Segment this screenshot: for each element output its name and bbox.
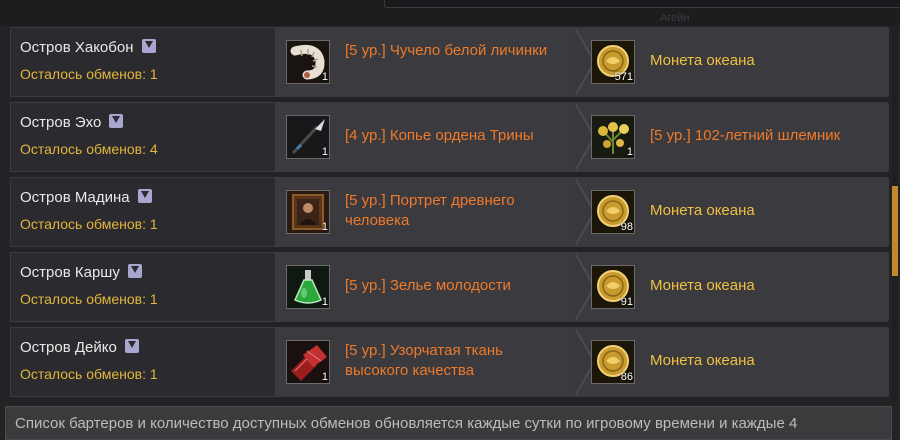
give-qty: 1: [321, 146, 328, 158]
exchange-panel: 1 [5 ур.] Узорчатая ткань высокого качес…: [275, 328, 889, 396]
barter-list: Остров Хакобон Осталось обменов: 1 1 [5 …: [10, 27, 889, 402]
get-item-slot[interactable]: 571: [591, 40, 635, 84]
give-item-label[interactable]: [5 ур.] Узорчатая ткань высокого качеств…: [345, 341, 565, 381]
give-qty: 1: [321, 71, 328, 83]
footer-text: Список бартеров и количество доступных о…: [15, 415, 798, 432]
remaining-exchanges: Осталось обменов: 1: [20, 291, 158, 307]
barter-row[interactable]: Остров Дейко Осталось обменов: 1 1 [5 ур…: [10, 327, 889, 397]
get-qty: 98: [620, 221, 633, 233]
get-item-slot[interactable]: 91: [591, 265, 635, 309]
exchange-panel: 1 [5 ур.] Зелье молодости 91 Монета океа…: [275, 253, 889, 321]
barter-row[interactable]: Остров Каршу Осталось обменов: 1 1 [5 ур…: [10, 252, 889, 322]
island-name-text: Остров Эхо: [20, 114, 102, 131]
island-name: Остров Каршу: [20, 264, 142, 281]
remaining-exchanges: Осталось обменов: 4: [20, 141, 158, 157]
barter-row[interactable]: Остров Эхо Осталось обменов: 4 1 [4 ур.]…: [10, 102, 889, 172]
give-item-slot[interactable]: 1: [286, 40, 330, 84]
island-name: Остров Дейко: [20, 339, 139, 356]
exchange-panel: 1 [5 ур.] Чучело белой личинки 571 Монет…: [275, 28, 889, 96]
island-name: Остров Хакобон: [20, 39, 156, 56]
island-name-text: Остров Хакобон: [20, 39, 134, 56]
give-qty: 1: [321, 221, 328, 233]
get-qty: 571: [614, 71, 633, 83]
give-item-label[interactable]: [5 ур.] Чучело белой личинки: [345, 41, 565, 61]
exchange-panel: 1 [5 ур.] Портрет древнего человека 98 М…: [275, 178, 889, 246]
give-item-slot[interactable]: 1: [286, 115, 330, 159]
get-item-label[interactable]: Монета океана: [650, 201, 890, 221]
get-item-slot[interactable]: 1: [591, 115, 635, 159]
get-qty: 86: [620, 371, 633, 383]
get-item-slot[interactable]: 98: [591, 190, 635, 234]
expand-toggle-icon[interactable]: [127, 264, 142, 278]
scrollbar-thumb[interactable]: [892, 186, 898, 276]
remaining-exchanges: Осталось обменов: 1: [20, 66, 158, 82]
top-search-box[interactable]: [384, 0, 900, 8]
give-item-label[interactable]: [5 ур.] Зелье молодости: [345, 276, 565, 296]
island-name-text: Остров Дейко: [20, 339, 117, 356]
expand-toggle-icon[interactable]: [109, 114, 124, 128]
expand-toggle-icon[interactable]: [141, 39, 156, 53]
give-item-label[interactable]: [4 ур.] Копье ордена Трины: [345, 126, 565, 146]
get-item-slot[interactable]: 86: [591, 340, 635, 384]
top-bar: Агейн: [0, 0, 900, 26]
get-item-label[interactable]: [5 ур.] 102-летний шлемник: [650, 126, 890, 146]
expand-toggle-icon[interactable]: [124, 339, 139, 353]
remaining-exchanges: Осталось обменов: 1: [20, 366, 158, 382]
island-name-text: Остров Каршу: [20, 264, 120, 281]
scrollbar[interactable]: [892, 28, 898, 400]
exchange-panel: 1 [4 ур.] Копье ордена Трины 1 [5 ур.] 1…: [275, 103, 889, 171]
get-item-label[interactable]: Монета океана: [650, 351, 890, 371]
get-qty: 91: [620, 296, 633, 308]
island-name: Остров Эхо: [20, 114, 124, 131]
top-faded-label: Агейн: [660, 12, 690, 24]
get-qty: 1: [626, 146, 633, 158]
give-item-label[interactable]: [5 ур.] Портрет древнего человека: [345, 191, 565, 231]
island-name: Остров Мадина: [20, 189, 152, 206]
get-item-label[interactable]: Монета океана: [650, 276, 890, 296]
give-item-slot[interactable]: 1: [286, 265, 330, 309]
expand-toggle-icon[interactable]: [137, 189, 152, 203]
give-qty: 1: [321, 296, 328, 308]
island-name-text: Остров Мадина: [20, 189, 130, 206]
give-item-slot[interactable]: 1: [286, 340, 330, 384]
get-item-label[interactable]: Монета океана: [650, 51, 890, 71]
give-item-slot[interactable]: 1: [286, 190, 330, 234]
give-qty: 1: [321, 371, 328, 383]
remaining-exchanges: Осталось обменов: 1: [20, 216, 158, 232]
barter-row[interactable]: Остров Хакобон Осталось обменов: 1 1 [5 …: [10, 27, 889, 97]
barter-row[interactable]: Остров Мадина Осталось обменов: 1 1 [5 у…: [10, 177, 889, 247]
